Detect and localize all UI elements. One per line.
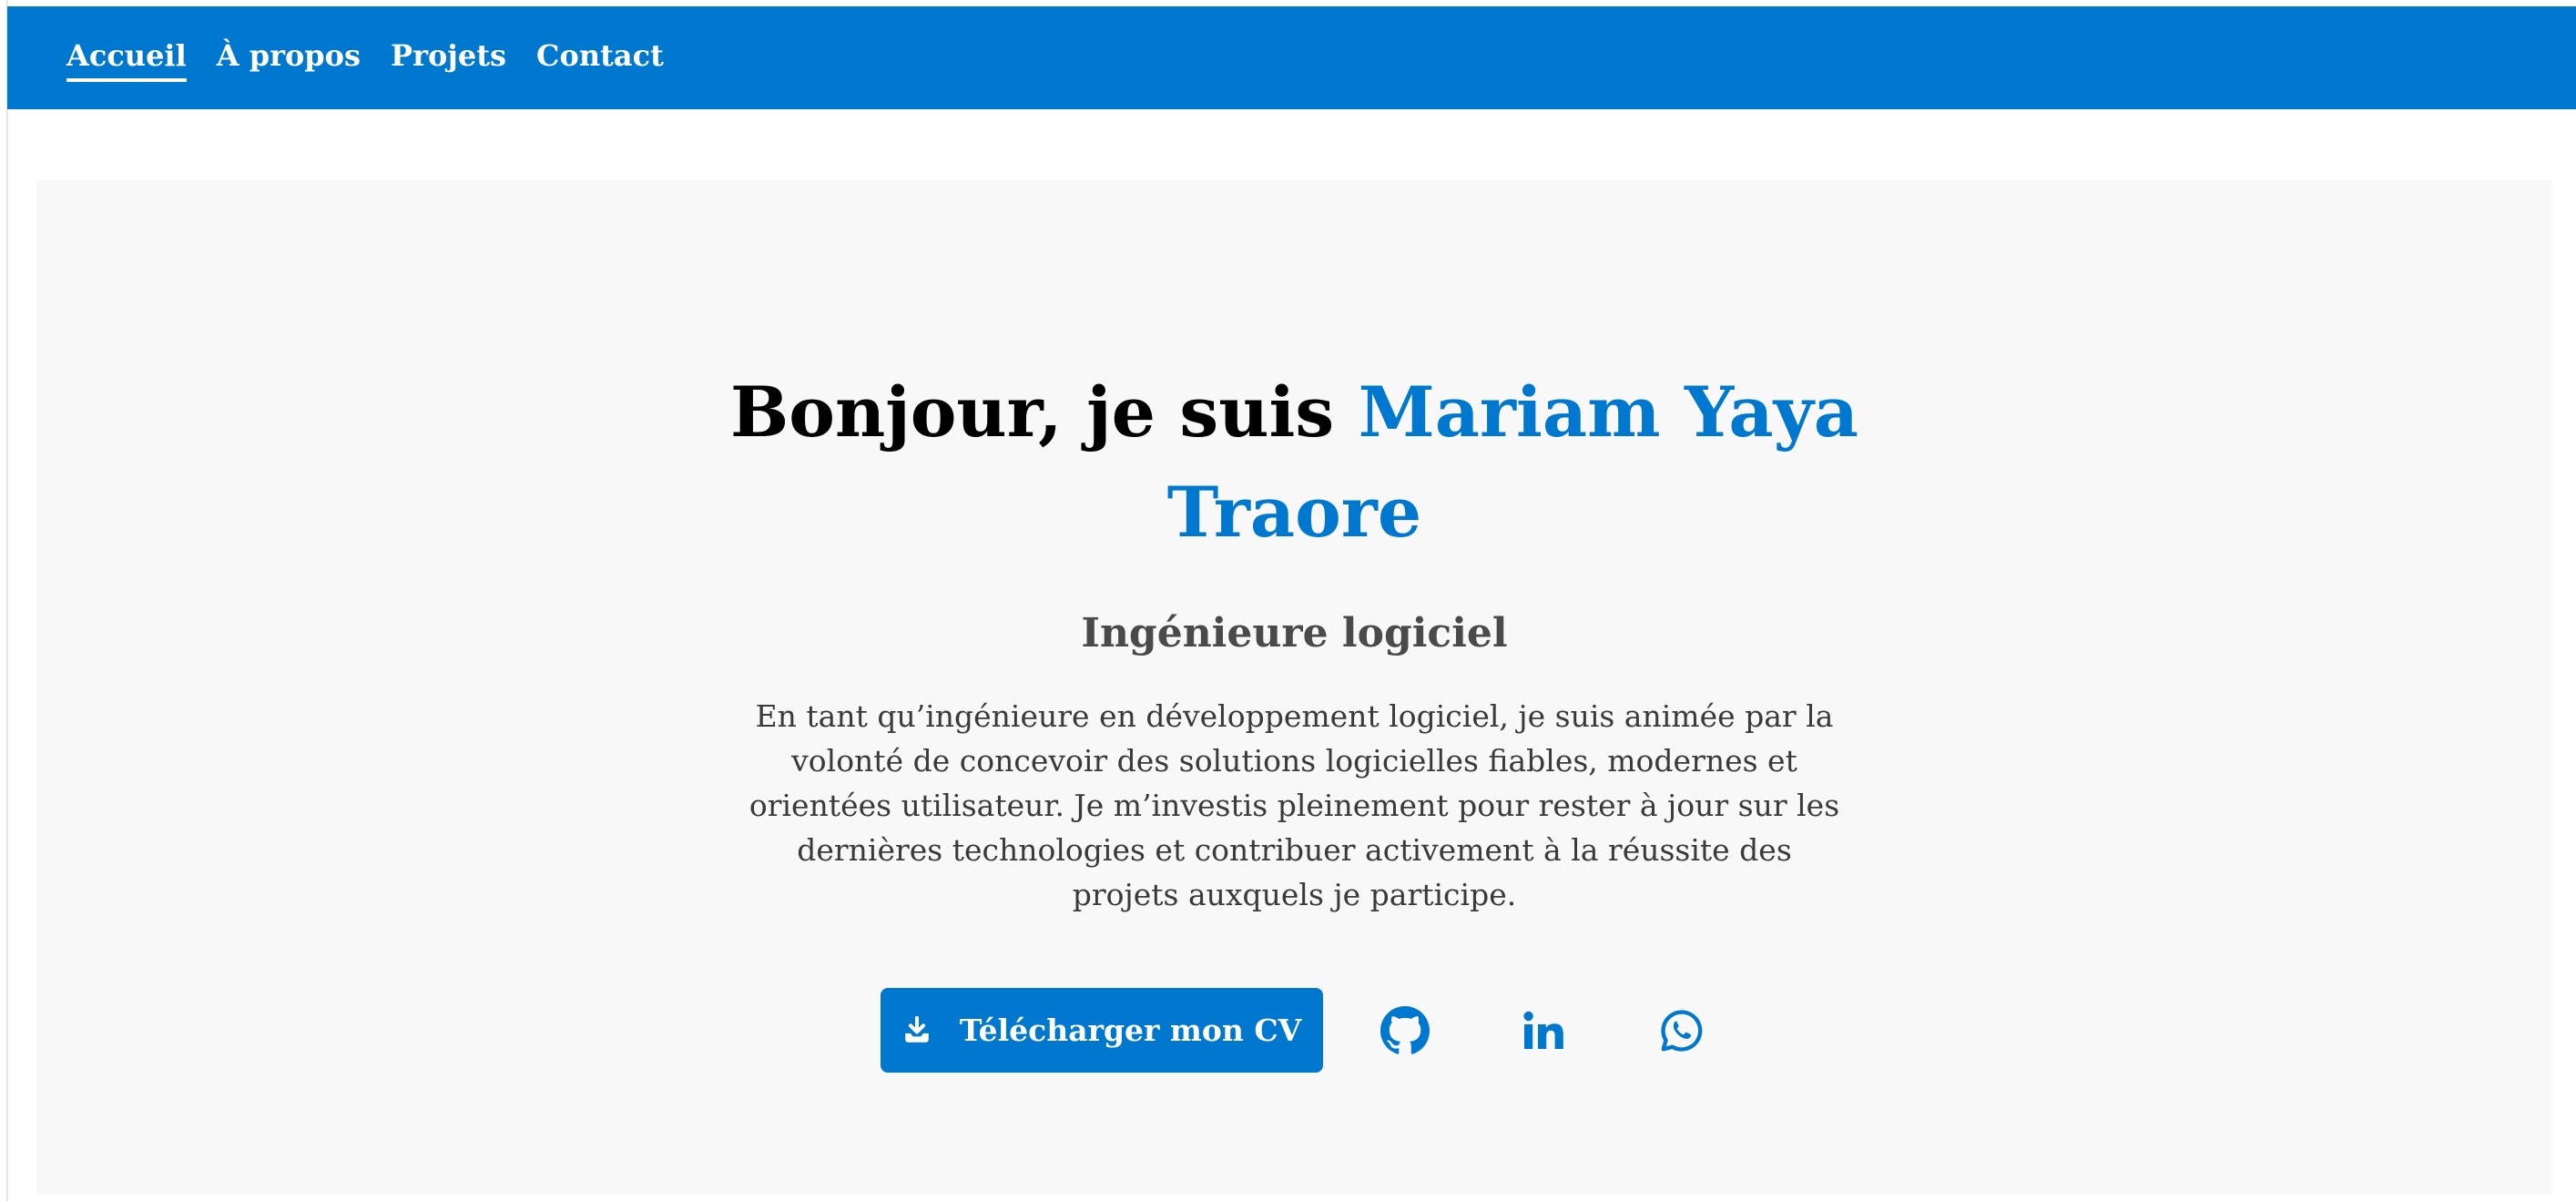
nav-item-projets[interactable]: Projets xyxy=(391,35,506,82)
hero-greeting: Bonjour, je suis xyxy=(730,371,1359,453)
linkedin-link[interactable] xyxy=(1516,1003,1571,1058)
hero-actions: Télécharger mon CV xyxy=(36,988,2552,1073)
whatsapp-link[interactable] xyxy=(1655,1003,1709,1058)
hero-section: Bonjour, je suis Mariam Yaya Traore Ingé… xyxy=(36,180,2552,1195)
hero-subtitle: Ingénieure logiciel xyxy=(1081,610,1508,656)
page-left-border xyxy=(6,0,8,1201)
github-icon xyxy=(1380,1005,1430,1055)
download-cv-button[interactable]: Télécharger mon CV xyxy=(880,988,1323,1073)
nav-item-a-propos[interactable]: À propos xyxy=(217,35,361,82)
hero-description: En tant qu’ingénieure en développement l… xyxy=(748,698,1840,912)
hero-title: Bonjour, je suis Mariam Yaya Traore xyxy=(703,362,1887,563)
nav-links: Accueil À propos Projets Contact xyxy=(66,6,664,109)
social-links xyxy=(1378,1003,1709,1058)
download-icon xyxy=(901,1015,932,1046)
nav-item-contact[interactable]: Contact xyxy=(536,35,664,82)
github-link[interactable] xyxy=(1378,1003,1432,1058)
hero-content: Bonjour, je suis Mariam Yaya Traore Ingé… xyxy=(36,362,2552,1073)
download-cv-label: Télécharger mon CV xyxy=(959,1013,1302,1048)
top-navbar: Accueil À propos Projets Contact xyxy=(7,6,2576,109)
nav-item-accueil[interactable]: Accueil xyxy=(66,35,187,82)
whatsapp-icon xyxy=(1659,1008,1705,1053)
linkedin-icon xyxy=(1522,1009,1565,1053)
